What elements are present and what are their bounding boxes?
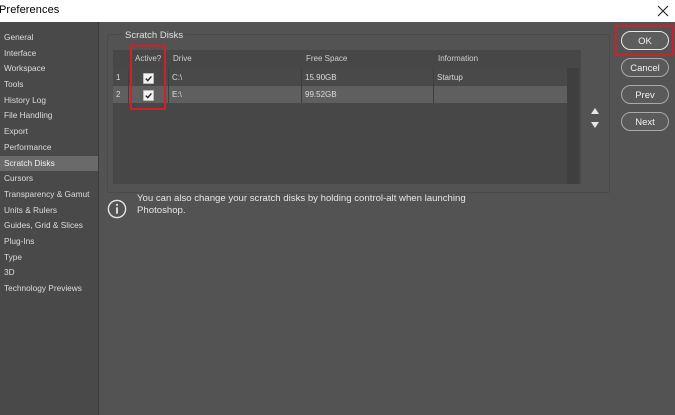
title-bar: Preferences: [0, 0, 675, 22]
sidebar-item-export[interactable]: Export: [0, 124, 98, 140]
sidebar-item-type[interactable]: Type: [0, 250, 98, 266]
table-row[interactable]: 2 E:\ 99.52GB: [113, 86, 567, 103]
information-cell: Startup: [437, 73, 463, 82]
free-space-cell: 15.90GB: [302, 69, 434, 86]
sidebar-item-history-log[interactable]: History Log: [0, 93, 98, 109]
cancel-button[interactable]: Cancel: [621, 58, 669, 77]
sidebar-item-3d[interactable]: 3D: [0, 265, 98, 281]
sidebar-item-plug-ins[interactable]: Plug-Ins: [0, 234, 98, 250]
table-scrollbar[interactable]: [567, 68, 579, 184]
sidebar-item-guides-grid-slices[interactable]: Guides, Grid & Slices: [0, 218, 98, 234]
drive-cell: E:\: [169, 86, 302, 103]
sidebar-item-technology-previews[interactable]: Technology Previews: [0, 281, 98, 297]
sidebar-item-units-rulers[interactable]: Units & Rulers: [0, 203, 98, 219]
sidebar-item-performance[interactable]: Performance: [0, 140, 98, 156]
scratch-disks-title: Scratch Disks: [123, 30, 186, 41]
move-up-icon[interactable]: [589, 106, 601, 116]
table-row[interactable]: 1 C:\ 15.90GB Startup: [113, 69, 567, 86]
active-checkbox-e[interactable]: [143, 90, 154, 101]
drive-cell: C:\: [169, 69, 302, 86]
window-title: Preferences: [0, 4, 60, 16]
sidebar-item-workspace[interactable]: Workspace: [0, 61, 98, 77]
row-number: 1: [113, 69, 129, 86]
sidebar-item-interface[interactable]: Interface: [0, 46, 98, 62]
next-button[interactable]: Next: [621, 112, 669, 131]
preferences-sidebar: General Interface Workspace Tools Histor…: [0, 22, 99, 415]
scratch-disks-table: Active? Drive Free Space Information 1 C…: [113, 50, 581, 184]
scratch-disks-note: You can also change your scratch disks b…: [137, 193, 466, 216]
column-header-drive[interactable]: Drive: [173, 50, 192, 68]
information-cell: [434, 86, 567, 103]
column-header-free-space[interactable]: Free Space: [306, 50, 347, 68]
info-icon: [107, 199, 127, 219]
column-header-active[interactable]: Active?: [135, 50, 161, 68]
free-space-cell: 99.52GB: [302, 86, 434, 103]
active-checkbox-c[interactable]: [143, 73, 154, 84]
row-number: 2: [113, 86, 129, 103]
prev-button[interactable]: Prev: [621, 85, 669, 104]
sidebar-item-transparency-gamut[interactable]: Transparency & Gamut: [0, 187, 98, 203]
move-down-icon[interactable]: [589, 120, 601, 130]
sidebar-item-tools[interactable]: Tools: [0, 77, 98, 93]
sidebar-item-scratch-disks[interactable]: Scratch Disks: [0, 155, 98, 172]
column-header-information[interactable]: Information: [438, 50, 478, 68]
sidebar-item-cursors[interactable]: Cursors: [0, 171, 98, 187]
ok-button[interactable]: OK: [621, 31, 669, 50]
close-icon[interactable]: [655, 3, 671, 19]
sidebar-item-general[interactable]: General: [0, 30, 98, 46]
sidebar-item-file-handling[interactable]: File Handling: [0, 108, 98, 124]
